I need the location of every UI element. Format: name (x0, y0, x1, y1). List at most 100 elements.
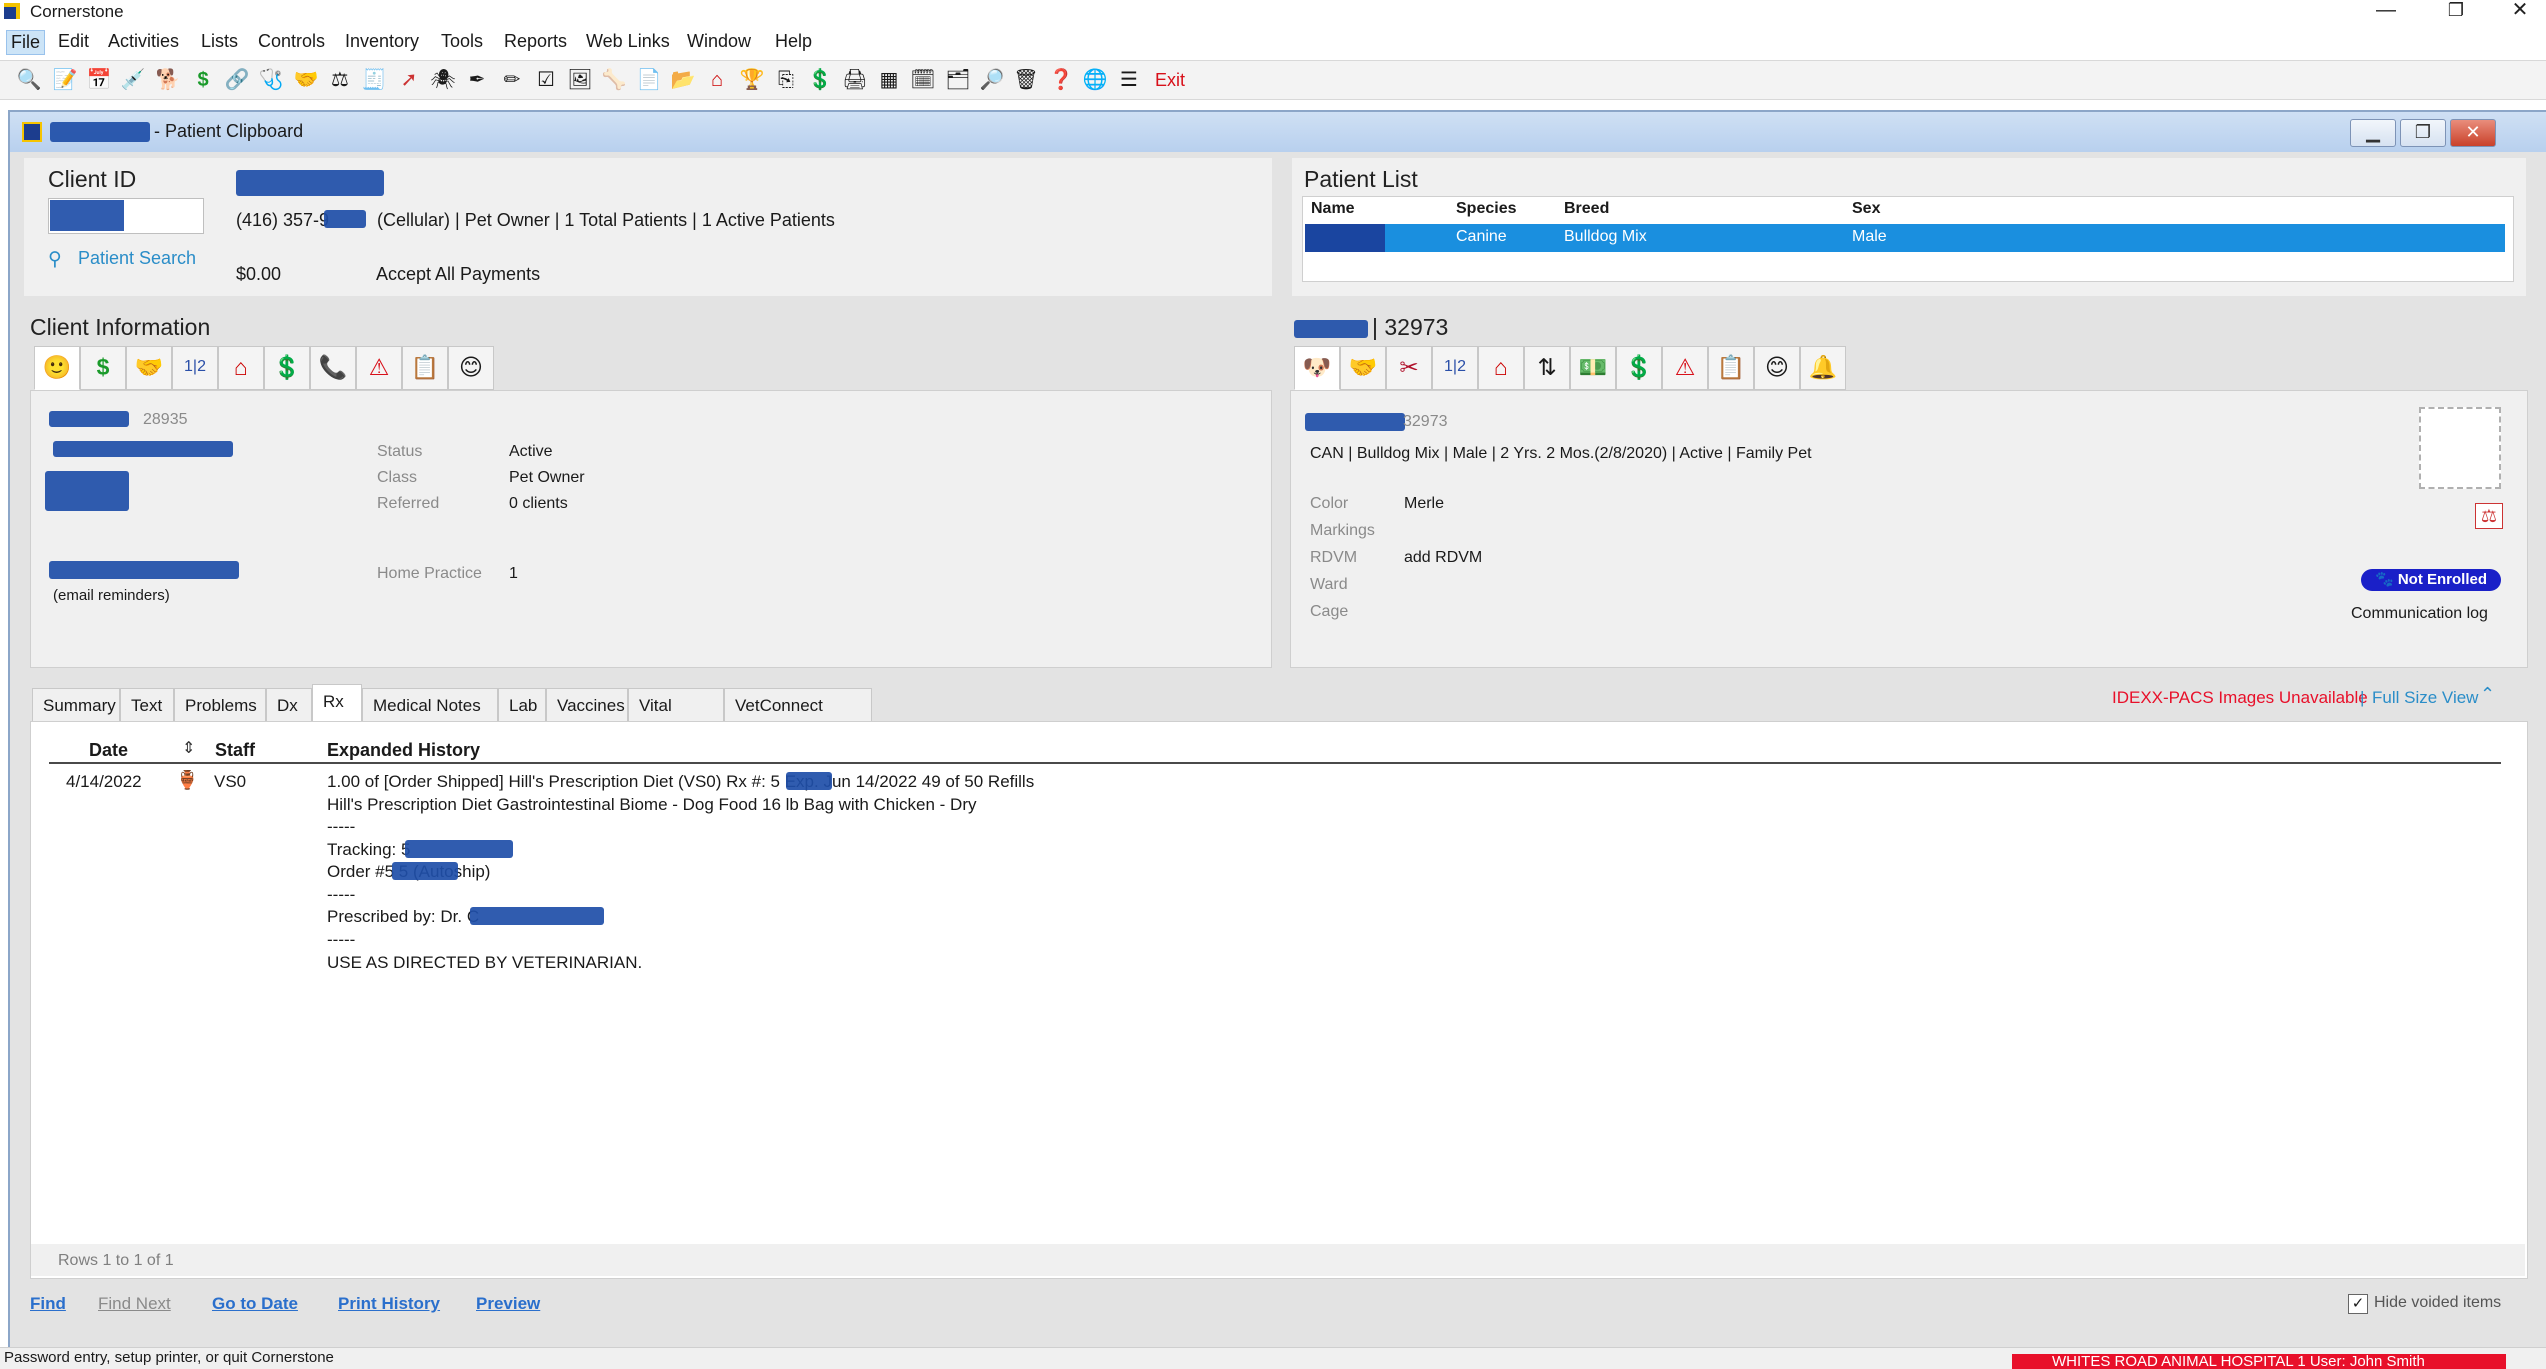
client-id-input[interactable] (48, 198, 204, 234)
not-enrolled-badge[interactable]: 🐾 Not Enrolled (2361, 569, 2501, 591)
syringe-icon[interactable]: 💉 (120, 67, 146, 93)
patient-profile-icon[interactable]: 🐶 (1294, 346, 1340, 390)
patient-billing-icon[interactable]: 💵 (1570, 346, 1616, 390)
menu-file[interactable]: File (6, 30, 46, 55)
column-expanded-history[interactable]: Expanded History (327, 740, 480, 761)
client-profile-icon[interactable]: 🙂 (34, 346, 80, 390)
column-staff[interactable]: Staff (215, 740, 255, 761)
column-date[interactable]: Date (89, 740, 128, 761)
find-next-link[interactable]: Find Next (98, 1294, 171, 1314)
stethoscope-icon[interactable]: 🩺 (258, 67, 284, 93)
xray-icon[interactable]: 🦴 (601, 67, 627, 93)
full-size-view-link[interactable]: Full Size View (2372, 688, 2478, 708)
chevron-up-icon[interactable]: ⌃ (2480, 684, 2495, 705)
patient-contact-icon[interactable]: 😊 (1754, 346, 1800, 390)
patient-search-link[interactable]: Patient Search (78, 248, 196, 269)
client-numbers-icon[interactable]: 1|2 (172, 346, 218, 390)
house-icon[interactable]: ⌂ (704, 67, 730, 93)
image-icon[interactable]: 🖼 (567, 67, 593, 93)
exit-button[interactable]: Exit (1150, 67, 1190, 93)
print-history-link[interactable]: Print History (338, 1294, 440, 1314)
client-alert-icon[interactable]: ⚠ (356, 346, 402, 390)
clipboard-restore-button[interactable]: ❐ (2400, 119, 2446, 147)
patient-numbers-icon[interactable]: 1|2 (1432, 346, 1478, 390)
dollar-doc-icon[interactable]: 💲 (807, 67, 833, 93)
pacs-unavailable-link[interactable]: IDEXX-PACS Images Unavailable (2112, 688, 2368, 708)
pen-icon[interactable]: ✒ (464, 67, 490, 93)
hide-voided-checkbox[interactable]: ✓ (2348, 1294, 2368, 1314)
trash-icon[interactable]: 🗑 (1013, 67, 1039, 93)
tab-text[interactable]: Text (120, 688, 174, 722)
menu-window[interactable]: Window (683, 30, 755, 53)
tab-dx[interactable]: Dx (266, 688, 312, 722)
linked-icon[interactable]: 🔗 (224, 67, 250, 93)
menu-tools[interactable]: Tools (437, 30, 487, 53)
copy-icon[interactable]: ⎘ (773, 67, 799, 93)
calendar-icon[interactable]: 📅 (86, 67, 112, 93)
column-sex[interactable]: Sex (1852, 200, 1880, 218)
grid-icon[interactable]: ▦ (876, 67, 902, 93)
patient-photo-placeholder[interactable] (2419, 407, 2501, 489)
minimize-button[interactable]: — (2356, 0, 2416, 22)
tab-problems[interactable]: Problems (174, 688, 266, 722)
cup-icon[interactable]: 🏆 (739, 67, 765, 93)
invoice-icon[interactable]: 🧾 (361, 67, 387, 93)
menu-activities[interactable]: Activities (104, 30, 183, 53)
client-address-icon[interactable]: ⌂ (218, 346, 264, 390)
pencil-icon[interactable]: ✏ (499, 67, 525, 93)
menu-web-links[interactable]: Web Links (582, 30, 674, 53)
checklist-icon[interactable]: ☑ (533, 67, 559, 93)
clipboard-minimize-button[interactable]: ▁ (2350, 119, 2396, 147)
column-species[interactable]: Species (1456, 200, 1516, 218)
patient-address-icon[interactable]: ⌂ (1478, 346, 1524, 390)
document-icon[interactable]: 📄 (636, 67, 662, 93)
go-to-date-link[interactable]: Go to Date (212, 1294, 298, 1314)
preview-link[interactable]: Preview (476, 1294, 540, 1314)
column-breed[interactable]: Breed (1564, 200, 1609, 218)
patient-transfer-icon[interactable]: ⇅ (1524, 346, 1570, 390)
list-icon[interactable]: ☰ (1116, 67, 1142, 93)
spider-icon[interactable]: 🕷 (430, 67, 456, 93)
help-icon[interactable]: ❓ (1048, 67, 1074, 93)
weight-scale-icon[interactable]: ⚖ (2475, 503, 2503, 529)
patient-notes-icon[interactable]: 📋 (1708, 346, 1754, 390)
tab-vaccines[interactable]: Vaccines (546, 688, 628, 722)
menu-controls[interactable]: Controls (254, 30, 329, 53)
add-rdvm-link[interactable]: add RDVM (1404, 549, 1482, 567)
patient-statement-icon[interactable]: 💲 (1616, 346, 1662, 390)
communication-log-link[interactable]: Communication log (2351, 605, 2488, 623)
tab-vetconnect-plus[interactable]: VetConnect PLUS (724, 688, 872, 749)
dollar-icon[interactable]: $ (190, 67, 216, 93)
restore-button[interactable]: ❐ (2426, 0, 2486, 22)
tab-summary[interactable]: Summary (32, 688, 120, 722)
tab-rx[interactable]: Rx (312, 684, 362, 722)
patient-referral-icon[interactable]: 🤝 (1340, 346, 1386, 390)
client-phone-icon[interactable]: 📞 (310, 346, 356, 390)
clipboard-close-button[interactable]: ✕ (2450, 119, 2496, 147)
globe-icon[interactable]: 🌐 (1082, 67, 1108, 93)
patient-list-row[interactable]: Canine Bulldog Mix Male (1305, 224, 2505, 252)
column-name[interactable]: Name (1311, 200, 1355, 218)
find-link[interactable]: Find (30, 1294, 66, 1314)
search-icon[interactable]: 🔎 (979, 67, 1005, 93)
menu-lists[interactable]: Lists (197, 30, 242, 53)
client-notes-icon[interactable]: 📋 (402, 346, 448, 390)
handshake-icon[interactable]: 🤝 (293, 67, 319, 93)
magnifier-icon[interactable]: 🔍 (16, 67, 42, 93)
printer-icon[interactable]: 🖨 (842, 67, 868, 93)
arrow-icon[interactable]: ➚ (396, 67, 422, 93)
patient-visit-icon[interactable]: 🐕 (155, 67, 181, 93)
menu-edit[interactable]: Edit (54, 30, 93, 53)
client-statement-icon[interactable]: 💲 (264, 346, 310, 390)
search-icon[interactable]: ⚲ (48, 248, 62, 271)
client-contact-icon[interactable]: 😊 (448, 346, 494, 390)
notepad-icon[interactable]: 📝 (52, 67, 78, 93)
calendar2-icon[interactable]: 🗓 (910, 67, 936, 93)
sort-icon[interactable]: ⇕ (182, 738, 195, 758)
menu-help[interactable]: Help (771, 30, 816, 53)
close-button[interactable]: ✕ (2490, 0, 2546, 22)
client-referral-icon[interactable]: 🤝 (126, 346, 172, 390)
patient-reminder-icon[interactable]: 🔔 (1800, 346, 1846, 390)
client-billing-icon[interactable]: $ (80, 346, 126, 390)
tab-vital-signs[interactable]: Vital Signs (628, 688, 724, 749)
